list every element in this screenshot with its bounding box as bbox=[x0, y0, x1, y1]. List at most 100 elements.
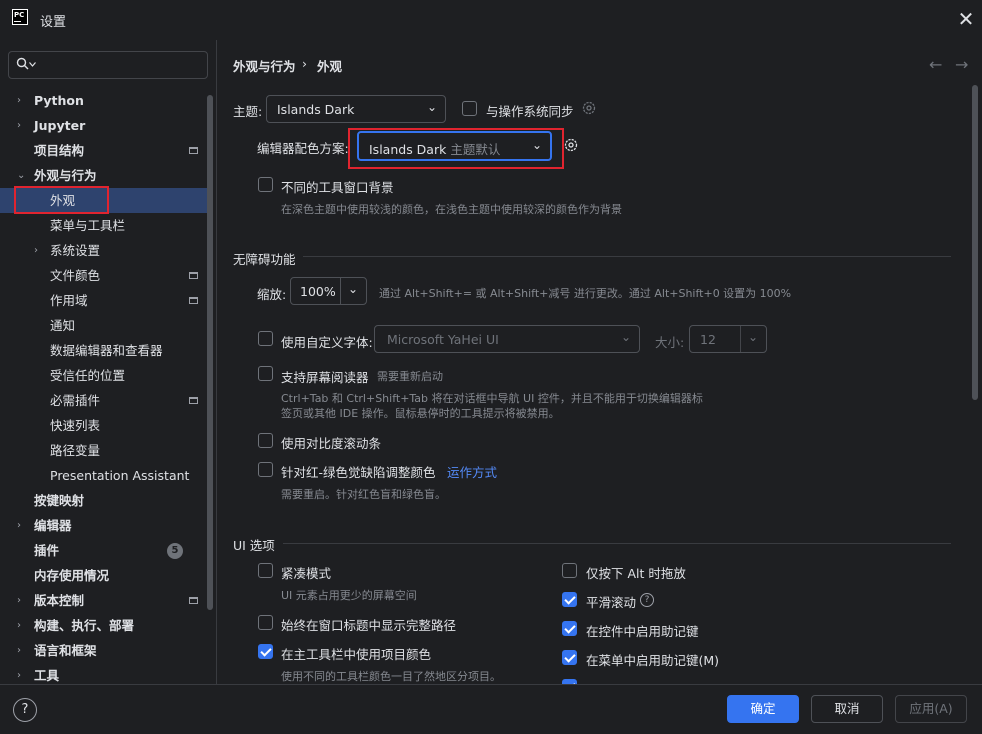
theme-label: 主题: bbox=[233, 104, 263, 119]
color-blind-checkbox[interactable] bbox=[258, 462, 273, 477]
tool-window-bg-label: 不同的工具窗口背景 bbox=[281, 180, 394, 195]
sidebar-item-tools[interactable]: › 工具 bbox=[0, 663, 216, 684]
chevron-right-icon: › bbox=[17, 595, 21, 606]
tool-window-bg-checkbox[interactable] bbox=[258, 177, 273, 192]
gear-icon[interactable] bbox=[563, 137, 579, 153]
font-size-select[interactable]: 12 ⌄ bbox=[689, 325, 767, 353]
alt-drag-label: 仅按下 Alt 时拖放 bbox=[586, 566, 686, 581]
chevron-down-icon: ⌄ bbox=[347, 282, 358, 296]
gear-icon[interactable] bbox=[581, 100, 597, 116]
plugin-updates-badge: 5 bbox=[167, 543, 183, 559]
search-options-chevron-icon[interactable] bbox=[29, 62, 36, 67]
zoom-select[interactable]: 100% ⌄ bbox=[290, 277, 367, 305]
sidebar-item-languages-frameworks[interactable]: › 语言和框架 bbox=[0, 638, 216, 663]
sidebar-item-quick-lists[interactable]: 快速列表 bbox=[0, 413, 216, 438]
project-color-checkbox[interactable] bbox=[258, 644, 273, 659]
chevron-right-icon: › bbox=[17, 645, 21, 656]
ok-button[interactable]: 确定 bbox=[727, 695, 799, 723]
mnemonics-menu-checkbox[interactable] bbox=[562, 650, 577, 665]
breadcrumb-parent[interactable]: 外观与行为 bbox=[233, 56, 296, 75]
sidebar-item-presentation-assistant[interactable]: Presentation Assistant bbox=[0, 463, 216, 488]
sidebar-item-editor[interactable]: › 编辑器 bbox=[0, 513, 216, 538]
zoom-label: 缩放: bbox=[257, 287, 287, 302]
sidebar-item-file-colors[interactable]: 文件颜色 bbox=[0, 263, 216, 288]
title-bar bbox=[0, 0, 982, 40]
mnemonics-controls-checkbox[interactable] bbox=[562, 621, 577, 636]
project-level-icon bbox=[189, 397, 198, 404]
sidebar-item-system-settings[interactable]: › 系统设置 bbox=[0, 238, 216, 263]
sidebar-item-jupyter[interactable]: › Jupyter bbox=[0, 113, 216, 138]
color-blind-label: 针对红-绿色觉缺陷调整颜色 bbox=[281, 465, 436, 480]
custom-font-checkbox[interactable] bbox=[258, 331, 273, 346]
chevron-right-icon: › bbox=[17, 670, 21, 681]
sidebar-item-required-plugins[interactable]: 必需插件 bbox=[0, 388, 216, 413]
mnemonics-menu-label: 在菜单中启用助记键(M) bbox=[586, 653, 720, 668]
project-level-icon bbox=[189, 597, 198, 604]
screen-reader-hint-2: 签页或其他 IDE 操作。鼠标悬停时的工具提示将被禁用。 bbox=[281, 407, 560, 420]
screen-reader-label: 支持屏幕阅读器 bbox=[281, 370, 369, 385]
sidebar-item-version-control[interactable]: › 版本控制 bbox=[0, 588, 216, 613]
ui-options-section-title: UI 选项 bbox=[233, 538, 275, 553]
sidebar-item-appearance-behavior[interactable]: ⌄ 外观与行为 bbox=[0, 163, 216, 188]
contrast-scrollbar-label: 使用对比度滚动条 bbox=[281, 436, 382, 451]
project-level-icon bbox=[189, 272, 198, 279]
alt-drag-checkbox[interactable] bbox=[562, 563, 577, 578]
screen-reader-note: 需要重新启动 bbox=[377, 370, 443, 383]
highlight-editor-scheme-box bbox=[348, 128, 564, 169]
chevron-down-icon: ⌄ bbox=[426, 100, 437, 114]
sidebar-item-notifications[interactable]: 通知 bbox=[0, 313, 216, 338]
project-color-label: 在主工具栏中使用项目颜色 bbox=[281, 647, 432, 662]
sidebar-item-path-variables[interactable]: 路径变量 bbox=[0, 438, 216, 463]
breadcrumb-current: 外观 bbox=[317, 59, 343, 74]
sidebar-item-scopes[interactable]: 作用域 bbox=[0, 288, 216, 313]
mnemonics-controls-label: 在控件中启用助记键 bbox=[586, 624, 699, 639]
compact-mode-checkbox[interactable] bbox=[258, 563, 273, 578]
chevron-down-icon: ⌄ bbox=[747, 330, 758, 344]
search-input[interactable] bbox=[8, 51, 208, 79]
compact-mode-hint: UI 元素占用更少的屏幕空间 bbox=[281, 589, 417, 602]
accessibility-section-title: 无障碍功能 bbox=[233, 252, 296, 267]
tool-window-bg-hint: 在深色主题中使用较浅的颜色，在浅色主题中使用较深的颜色作为背景 bbox=[281, 203, 622, 216]
screen-reader-checkbox[interactable] bbox=[258, 366, 273, 381]
contrast-scrollbar-checkbox[interactable] bbox=[258, 433, 273, 448]
content-scrollbar[interactable] bbox=[972, 85, 978, 400]
sidebar-item-keymap[interactable]: 按键映射 bbox=[0, 488, 216, 513]
pycharm-logo-icon: PC bbox=[12, 9, 28, 25]
sidebar-item-plugins[interactable]: 插件 5 bbox=[0, 538, 216, 563]
sidebar-item-menus-toolbars[interactable]: 菜单与工具栏 bbox=[0, 213, 216, 238]
help-button[interactable]: ? bbox=[13, 698, 37, 722]
screen-reader-hint-1: Ctrl+Tab 和 Ctrl+Shift+Tab 将在对话框中导航 UI 控件… bbox=[281, 392, 703, 405]
chevron-down-icon: ⌄ bbox=[620, 330, 631, 344]
smooth-scroll-checkbox[interactable] bbox=[562, 592, 577, 607]
how-it-works-link[interactable]: 运作方式 bbox=[447, 462, 497, 481]
color-blind-hint: 需要重启。针对红色盲和绿色盲。 bbox=[281, 488, 446, 501]
sidebar-item-python[interactable]: › Python bbox=[0, 88, 216, 113]
back-arrow-icon[interactable]: ← bbox=[929, 55, 942, 74]
sidebar-scrollbar[interactable] bbox=[207, 95, 213, 610]
sidebar-item-trusted-locations[interactable]: 受信任的位置 bbox=[0, 363, 216, 388]
font-size-label: 大小: bbox=[655, 335, 685, 350]
sidebar-item-build-execution-deployment[interactable]: › 构建、执行、部署 bbox=[0, 613, 216, 638]
forward-arrow-icon[interactable]: → bbox=[955, 55, 968, 74]
chevron-right-icon: › bbox=[17, 95, 21, 106]
sync-os-label: 与操作系统同步 bbox=[486, 104, 574, 119]
compact-mode-label: 紧凑模式 bbox=[281, 566, 332, 581]
font-select[interactable]: Microsoft YaHei UI ⌄ bbox=[374, 325, 640, 353]
chevron-right-icon: › bbox=[34, 245, 38, 256]
theme-select[interactable]: Islands Dark ⌄ bbox=[266, 95, 446, 123]
apply-button[interactable]: 应用(A) bbox=[895, 695, 967, 723]
sidebar-item-data-editor[interactable]: 数据编辑器和查看器 bbox=[0, 338, 216, 363]
sync-os-checkbox[interactable] bbox=[462, 101, 477, 116]
close-icon[interactable]: ✕ bbox=[956, 8, 976, 30]
chevron-down-icon: ⌄ bbox=[17, 170, 26, 181]
help-icon[interactable]: ? bbox=[640, 593, 654, 607]
section-divider bbox=[283, 543, 951, 544]
full-path-label: 始终在窗口标题中显示完整路径 bbox=[281, 618, 457, 633]
full-path-checkbox[interactable] bbox=[258, 615, 273, 630]
sidebar-item-memory-usage[interactable]: 内存使用情况 bbox=[0, 563, 216, 588]
sidebar-item-project-structure[interactable]: 项目结构 bbox=[0, 138, 216, 163]
breadcrumb-separator: › bbox=[302, 56, 307, 71]
highlight-appearance-box bbox=[14, 186, 109, 214]
smooth-scroll-label: 平滑滚动 bbox=[586, 595, 637, 610]
cancel-button[interactable]: 取消 bbox=[811, 695, 883, 723]
